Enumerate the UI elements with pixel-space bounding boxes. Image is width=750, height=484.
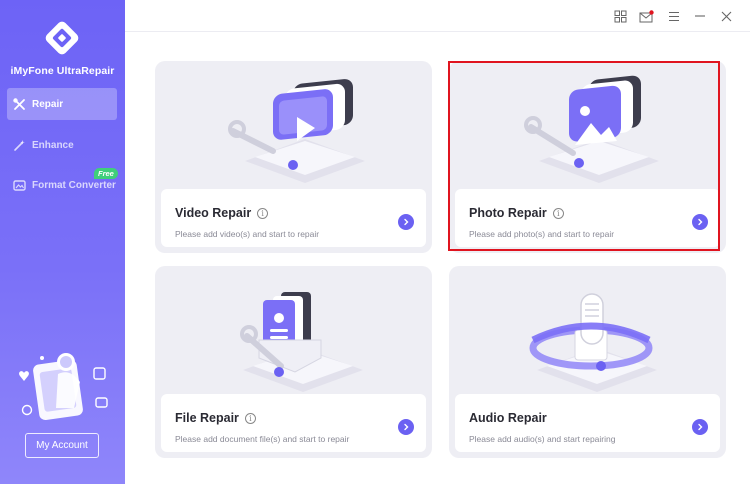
start-photo-repair-button[interactable] bbox=[692, 214, 708, 230]
minimize-icon[interactable] bbox=[691, 7, 709, 25]
grid-icon[interactable] bbox=[611, 7, 629, 25]
card-title-wrap: File Repair i bbox=[175, 411, 256, 425]
main-content: Video Repair i Please add video(s) and s… bbox=[125, 33, 750, 484]
video-repair-card[interactable]: Video Repair i Please add video(s) and s… bbox=[155, 61, 432, 253]
my-account-button[interactable]: My Account bbox=[25, 433, 99, 458]
app-logo-icon bbox=[45, 21, 79, 55]
card-footer: File Repair i Please add document file(s… bbox=[161, 394, 426, 452]
close-icon[interactable] bbox=[717, 7, 735, 25]
card-subtitle: Please add photo(s) and start to repair bbox=[469, 229, 615, 239]
card-title-wrap: Video Repair i bbox=[175, 206, 269, 220]
photo-icon bbox=[524, 75, 659, 183]
card-footer: Video Repair i Please add video(s) and s… bbox=[161, 189, 426, 247]
mascot-illustration bbox=[19, 353, 108, 421]
info-icon[interactable]: i bbox=[552, 207, 564, 219]
sidebar-item-repair[interactable]: Repair bbox=[7, 88, 117, 120]
free-badge: Free bbox=[94, 168, 118, 179]
chevron-right-icon bbox=[698, 423, 703, 431]
sidebar-item-label: Enhance bbox=[32, 139, 74, 151]
sidebar: iMyFone UltraRepair Repair Enhance Forma… bbox=[0, 0, 125, 484]
title-bar bbox=[125, 0, 750, 32]
chevron-right-icon bbox=[404, 423, 409, 431]
card-title: Photo Repair bbox=[469, 206, 547, 220]
start-audio-repair-button[interactable] bbox=[692, 419, 708, 435]
start-file-repair-button[interactable] bbox=[398, 419, 414, 435]
menu-icon[interactable] bbox=[665, 7, 683, 25]
video-icon bbox=[228, 79, 365, 183]
info-icon[interactable]: i bbox=[244, 412, 256, 424]
microphone-icon bbox=[529, 293, 657, 392]
card-title: Audio Repair bbox=[469, 411, 547, 425]
card-footer: Photo Repair i Please add photo(s) and s… bbox=[455, 189, 720, 247]
chevron-right-icon bbox=[404, 218, 409, 226]
card-subtitle: Please add document file(s) and start to… bbox=[175, 434, 350, 444]
wrench-cross-icon bbox=[12, 97, 26, 111]
sidebar-item-label: Format Converter bbox=[32, 179, 116, 191]
file-repair-card[interactable]: File Repair i Please add document file(s… bbox=[155, 266, 432, 458]
app-name: iMyFone UltraRepair bbox=[10, 65, 115, 77]
chevron-right-icon bbox=[698, 218, 703, 226]
start-video-repair-button[interactable] bbox=[398, 214, 414, 230]
photo-repair-card[interactable]: Photo Repair i Please add photo(s) and s… bbox=[449, 61, 726, 253]
sidebar-item-label: Repair bbox=[32, 98, 64, 110]
audio-repair-card[interactable]: Audio Repair Please add audio(s) and sta… bbox=[449, 266, 726, 458]
card-footer: Audio Repair Please add audio(s) and sta… bbox=[455, 394, 720, 452]
card-title: Video Repair bbox=[175, 206, 252, 220]
card-title: File Repair bbox=[175, 411, 239, 425]
card-subtitle: Please add video(s) and start to repair bbox=[175, 229, 320, 239]
info-icon[interactable]: i bbox=[257, 207, 269, 219]
magic-wand-icon bbox=[12, 138, 26, 152]
card-title-wrap: Audio Repair bbox=[469, 411, 547, 425]
document-icon bbox=[240, 292, 363, 392]
image-convert-icon bbox=[12, 178, 26, 192]
mail-icon[interactable] bbox=[637, 7, 655, 25]
card-title-wrap: Photo Repair i bbox=[469, 206, 564, 220]
card-subtitle: Please add audio(s) and start repairing bbox=[469, 434, 616, 444]
sidebar-item-enhance[interactable]: Enhance bbox=[7, 129, 117, 161]
